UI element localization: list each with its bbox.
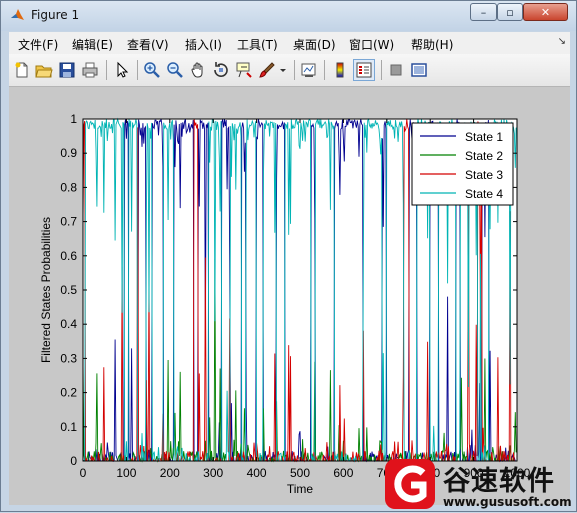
data-cursor-icon bbox=[236, 62, 252, 78]
figure-canvas-area: 0100200300400500600700800900100000.10.20… bbox=[9, 87, 570, 505]
y-tick-label: 0.4 bbox=[60, 317, 77, 331]
menu-window[interactable]: 窗口(W) bbox=[349, 36, 394, 53]
open-file-icon bbox=[35, 65, 53, 78]
gususoft-logo-icon bbox=[385, 459, 435, 509]
chevron-down-icon bbox=[280, 69, 286, 72]
legend-entry-label: State 2 bbox=[465, 149, 503, 163]
menu-edit[interactable]: 编辑(E) bbox=[72, 36, 113, 53]
edit-plot-icon bbox=[117, 61, 129, 78]
menu-insert[interactable]: 插入(I) bbox=[185, 36, 222, 53]
toolbar-separator bbox=[324, 60, 325, 80]
maximize-button[interactable]: ▫ bbox=[497, 3, 523, 21]
y-tick-label: 0.2 bbox=[60, 386, 77, 400]
x-tick-label: 600 bbox=[333, 466, 353, 480]
y-axis-label: Filtered States Probabilities bbox=[39, 217, 53, 363]
title-bar[interactable]: Figure 1 – ▫ ✕ bbox=[1, 1, 576, 31]
x-tick-label: 400 bbox=[247, 466, 267, 480]
x-axis-label: Time bbox=[287, 482, 314, 496]
hide-plot-tools-icon bbox=[390, 64, 402, 76]
brush-button[interactable] bbox=[256, 59, 278, 81]
legend-entry-label: State 1 bbox=[465, 130, 503, 144]
figure-window: Figure 1 – ▫ ✕ 文件(F) 编辑(E) 查看(V) 插入(I) 工… bbox=[0, 0, 577, 512]
save-icon bbox=[59, 62, 75, 78]
close-button[interactable]: ✕ bbox=[523, 3, 568, 21]
data-cursor-button[interactable] bbox=[233, 59, 255, 81]
toolbar-separator bbox=[294, 60, 295, 80]
minimize-button[interactable]: – bbox=[470, 3, 497, 21]
x-tick-label: 0 bbox=[80, 466, 87, 480]
menu-bar: 文件(F) 编辑(E) 查看(V) 插入(I) 工具(T) 桌面(D) 窗口(W… bbox=[9, 32, 570, 54]
pan-icon bbox=[191, 62, 203, 78]
link-plot-button[interactable] bbox=[298, 59, 320, 81]
y-tick-label: 0.6 bbox=[60, 249, 77, 263]
new-figure-button[interactable] bbox=[11, 59, 33, 81]
legend-entry-label: State 4 bbox=[465, 187, 503, 201]
y-tick-label: 0.7 bbox=[60, 215, 77, 229]
x-tick-label: 500 bbox=[290, 466, 310, 480]
toolbar-separator bbox=[381, 60, 382, 80]
legend-entry-label: State 3 bbox=[465, 168, 503, 182]
y-tick-label: 0.1 bbox=[60, 420, 77, 434]
zoom-in-button[interactable] bbox=[141, 59, 163, 81]
menu-tools[interactable]: 工具(T) bbox=[237, 36, 278, 53]
show-plot-tools-icon bbox=[411, 63, 427, 77]
zoom-out-icon bbox=[167, 62, 183, 78]
rotate-3d-button[interactable] bbox=[210, 59, 232, 81]
new-figure-icon bbox=[15, 62, 28, 78]
x-tick-label: 100 bbox=[116, 466, 136, 480]
y-tick-label: 0 bbox=[70, 454, 77, 468]
window-title: Figure 1 bbox=[31, 8, 80, 22]
y-tick-label: 0.3 bbox=[60, 351, 77, 365]
watermark-brand: 谷速软件 bbox=[443, 466, 555, 497]
x-tick-label: 300 bbox=[203, 466, 223, 480]
colorbar-button[interactable] bbox=[329, 59, 351, 81]
menu-help[interactable]: 帮助(H) bbox=[411, 36, 453, 53]
chart: 0100200300400500600700800900100000.10.20… bbox=[39, 112, 531, 496]
y-tick-label: 0.9 bbox=[60, 146, 77, 160]
figure-toolbar bbox=[9, 54, 570, 87]
toolbar-separator bbox=[137, 60, 138, 80]
brush-dropdown[interactable] bbox=[277, 59, 289, 81]
watermark-url: www.gususoft.com bbox=[443, 495, 572, 509]
minimize-icon: – bbox=[480, 5, 487, 19]
brush-icon bbox=[259, 62, 275, 78]
edit-plot-button[interactable] bbox=[111, 59, 133, 81]
dock-arrow-icon[interactable]: ↘ bbox=[558, 36, 566, 47]
legend[interactable]: State 1 State 2 State 3 State 4 bbox=[411, 122, 514, 206]
print-icon bbox=[82, 62, 98, 78]
pan-button[interactable] bbox=[187, 59, 209, 81]
y-tick-label: 0.5 bbox=[60, 283, 77, 297]
toolbar-separator bbox=[106, 60, 107, 80]
legend-button[interactable] bbox=[353, 59, 375, 81]
link-plot-icon bbox=[301, 63, 316, 77]
y-tick-label: 0.8 bbox=[60, 180, 77, 194]
save-button[interactable] bbox=[56, 59, 78, 81]
open-file-button[interactable] bbox=[33, 59, 55, 81]
hide-plot-tools-button[interactable] bbox=[385, 59, 407, 81]
legend-icon bbox=[356, 62, 372, 78]
close-icon: ✕ bbox=[540, 5, 551, 19]
watermark: 谷速软件 www.gususoft.com bbox=[381, 457, 577, 513]
print-button[interactable] bbox=[79, 59, 101, 81]
y-tick-label: 1 bbox=[70, 112, 77, 126]
rotate-3d-icon bbox=[214, 62, 228, 77]
maximize-icon: ▫ bbox=[506, 5, 514, 19]
menu-view[interactable]: 查看(V) bbox=[127, 36, 169, 53]
zoom-in-icon bbox=[144, 62, 160, 78]
colorbar-icon bbox=[336, 62, 344, 78]
menu-desktop[interactable]: 桌面(D) bbox=[293, 36, 336, 53]
show-plot-tools-button[interactable] bbox=[408, 59, 430, 81]
matlab-logo-icon bbox=[11, 9, 24, 20]
x-tick-label: 200 bbox=[160, 466, 180, 480]
menu-file[interactable]: 文件(F) bbox=[18, 36, 58, 53]
zoom-out-button[interactable] bbox=[164, 59, 186, 81]
